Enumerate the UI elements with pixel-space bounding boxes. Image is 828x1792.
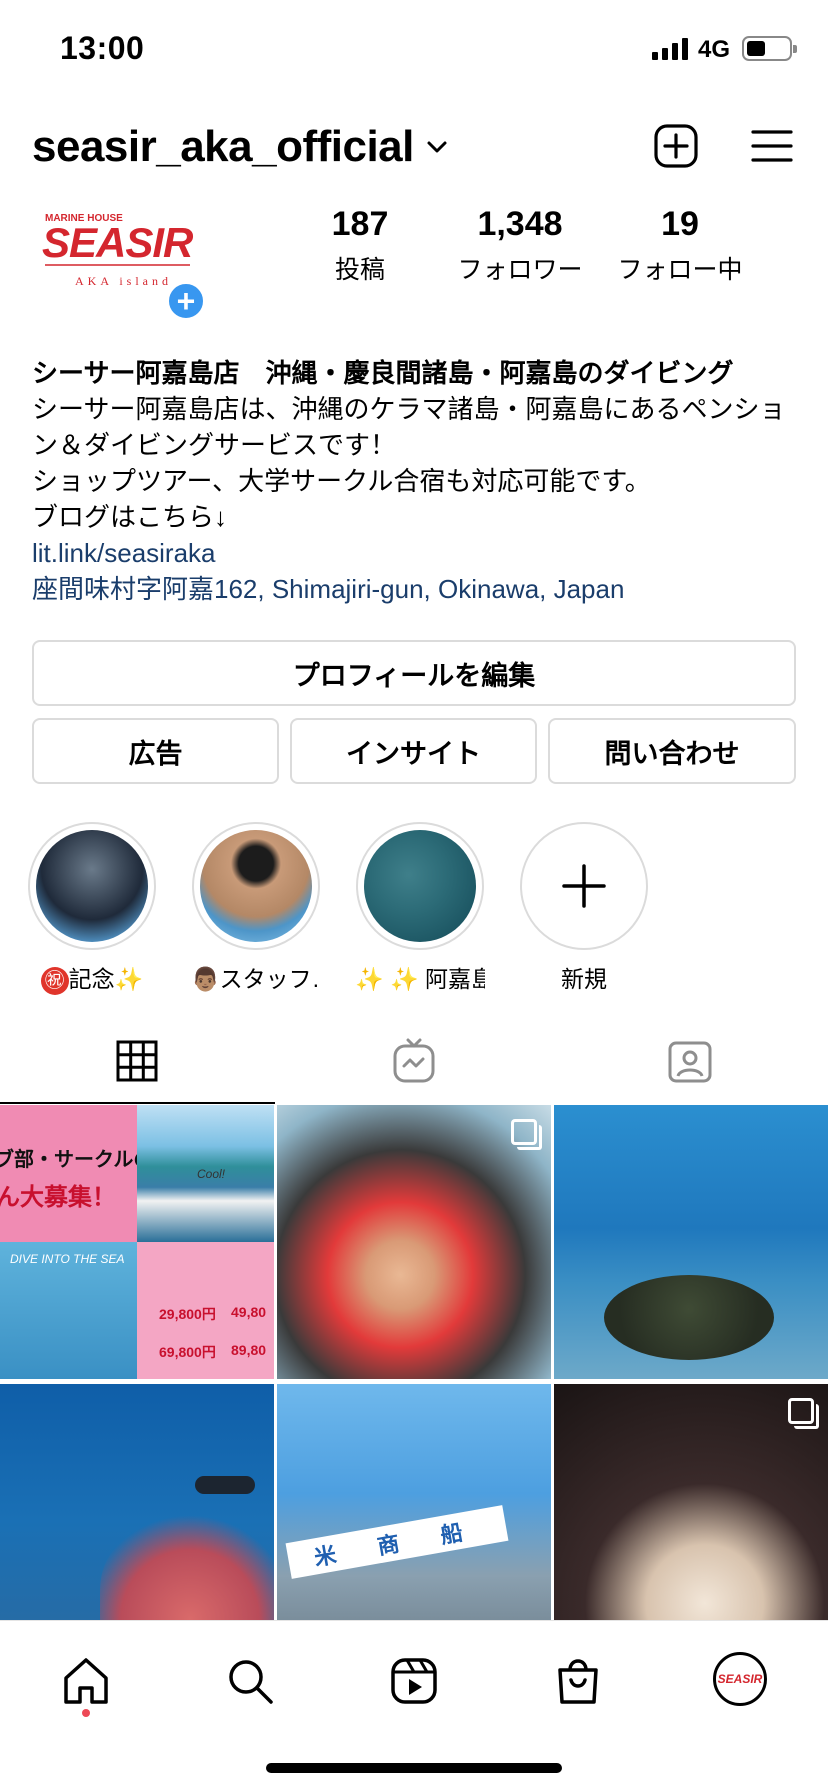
tab-grid[interactable] [107,1035,167,1087]
highlight-caption: ㊗記念✨ [27,960,157,995]
flyer-tagline: DIVE INTO THE SEA [10,1252,125,1266]
bio-address[interactable]: 座間味村字阿嘉162, Shimajiri-gun, Okinawa, Japa… [32,571,802,607]
add-story-button[interactable]: + [165,280,207,322]
highlight-caption: 👨🏽スタッフ… [191,960,321,994]
ship-banner: 米 商 船 [285,1505,509,1579]
highlight-label: 記念✨ [68,966,144,992]
signal-icon [652,36,688,60]
highlight-item[interactable]: 👨🏽スタッフ… [191,822,321,994]
flyer-boat-photo: Cool! [137,1105,274,1242]
highlight-ring [192,822,320,950]
home-indicator [266,1763,562,1773]
grid-icon [116,1040,158,1082]
flyer-price: 89,80 [231,1342,267,1358]
menu-icon[interactable] [748,124,796,168]
network-type: 4G [698,36,731,63]
tagged-icon [668,1041,712,1083]
new-highlight-button[interactable]: 新規 [519,822,649,994]
bio-line: ショップツアー、大学サークル合宿も対応可能です。 [32,466,651,496]
insights-button[interactable]: インサイト [290,718,537,784]
post-tile[interactable] [554,1105,828,1379]
tab-tagged[interactable] [660,1035,720,1087]
edit-profile-button[interactable]: プロフィールを編集 [32,640,796,706]
active-tab-indicator [0,1102,275,1104]
username-title: seasir_aka_official [32,122,414,171]
flyer-headline: ブ部・サークルの [0,1149,154,1171]
flyer-price: 69,800円 [159,1344,216,1360]
notification-dot [82,1709,90,1717]
logo-main-text: SEASIR [42,219,194,266]
home-icon [64,1658,108,1704]
diver-shape [195,1476,255,1494]
flyer-headline: ん大募集！ [0,1184,116,1211]
nav-reels[interactable] [384,1651,444,1711]
flyer-group-photo: DIVE INTO THE SEA [0,1242,137,1379]
bio-link[interactable]: lit.link/seasiraka [32,535,802,571]
profile-avatar-logo: SEASIR [717,1672,763,1686]
reels-icon [391,1658,437,1704]
profile-avatar: SEASIR [713,1652,767,1706]
bio-line: シーサー阿嘉島店は、沖縄のケラマ諸島・阿嘉島にあるペンショ [32,394,786,424]
flyer-title-panel: ブ部・サークルの ん大募集！ [0,1105,153,1242]
stat-followers-count: 1,348 [477,205,563,243]
highlight-caption: 新規 [561,966,607,992]
bottom-nav: SEASIR [0,1620,828,1792]
nav-search[interactable] [220,1651,280,1711]
bio-line: ブログはこちら↓ [32,502,228,532]
stat-following-label: フォロー中 [617,256,743,284]
tab-igtv[interactable] [384,1035,444,1087]
highlight-ring [356,822,484,950]
stat-following-count: 19 [661,205,699,243]
status-bar: 13:00 4G [0,0,828,100]
highlight-ring [520,822,648,950]
post-tile[interactable]: 米 商 船 [277,1384,551,1658]
stat-posts-count: 187 [331,205,389,243]
post-tile[interactable] [0,1384,274,1658]
flyer-price: 49,80 [231,1304,267,1320]
post-tile[interactable] [277,1105,551,1379]
nav-profile[interactable]: SEASIR [712,1651,768,1707]
highlight-item[interactable]: ✨ ✨ 阿嘉島… [355,822,485,994]
nav-shop[interactable] [548,1651,608,1711]
stat-posts-label: 投稿 [334,256,385,284]
multiple-photos-icon [788,1398,819,1429]
chevron-down-icon [427,141,447,153]
celebration-icon: ㊗ [40,967,69,995]
person-icon: 👨🏽 [191,966,220,992]
highlight-label: スタッフ… [219,966,321,992]
flyer-price: 29,800円 [159,1306,216,1322]
stat-following[interactable]: 19 フォロー中 [612,205,748,286]
status-time: 13:00 [60,30,145,66]
bio: シーサー阿嘉島店 沖縄・慶良間諸島・阿嘉島のダイビング シーサー阿嘉島店は、沖縄… [32,355,802,607]
coral-shape [604,1275,774,1360]
new-post-icon[interactable] [652,122,700,170]
post-tile[interactable] [554,1384,828,1658]
ads-button[interactable]: 広告 [32,718,279,784]
highlight-photo [364,830,476,942]
highlight-ring [28,822,156,950]
highlight-item[interactable]: ㊗記念✨ [27,822,157,995]
search-icon [229,1660,273,1704]
post-tile[interactable]: ブ部・サークルの ん大募集！ Cool! DIVE INTO THE SEA 2… [0,1105,274,1379]
logo-sub-text: AKA island [75,274,172,288]
bio-name: シーサー阿嘉島店 沖縄・慶良間諸島・阿嘉島のダイビング [32,358,734,388]
stat-posts[interactable]: 187 投稿 [318,205,402,286]
flyer-price-panel: 29,800円 49,80 69,800円 89,80 [137,1242,274,1379]
nav-home[interactable] [56,1651,116,1711]
multiple-photos-icon [511,1119,542,1150]
contact-button[interactable]: 問い合わせ [548,718,796,784]
plus-icon [562,864,606,908]
username-switcher[interactable]: seasir_aka_official [32,122,450,172]
bio-line: ン＆ダイビングサービスです！ [32,430,397,460]
stat-followers-label: フォロワー [457,256,583,284]
highlight-photo [200,830,312,942]
battery-icon [742,36,797,61]
highlight-photo [36,830,148,942]
igtv-icon [393,1038,435,1083]
stat-followers[interactable]: 1,348 フォロワー [452,205,588,286]
highlight-caption: ✨ ✨ 阿嘉島… [355,966,485,992]
flyer-badge: Cool! [197,1167,226,1181]
shop-icon [558,1659,598,1704]
